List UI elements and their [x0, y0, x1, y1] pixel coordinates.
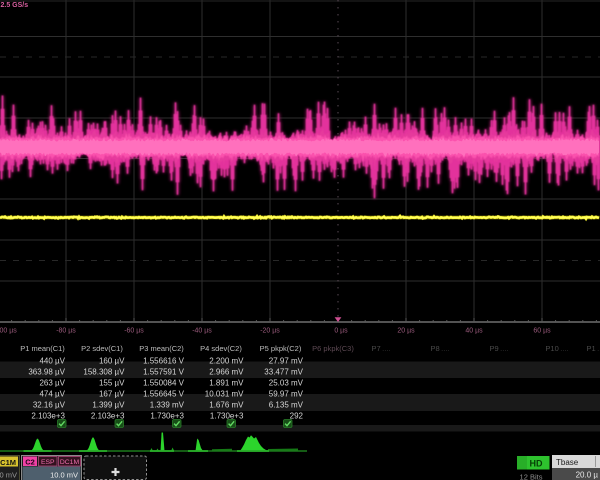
- svg-text:-40 µs: -40 µs: [192, 328, 212, 335]
- svg-text:32.16 µV: 32.16 µV: [33, 401, 66, 410]
- svg-text:P4 sdev(C2): P4 sdev(C2): [200, 344, 242, 353]
- svg-text:DC1M: DC1M: [60, 459, 80, 466]
- svg-text:P1 ....: P1 ....: [586, 344, 600, 353]
- svg-text:P2 sdev(C1): P2 sdev(C1): [81, 344, 123, 353]
- svg-text:DC1M: DC1M: [0, 458, 16, 467]
- svg-text:12 Bits: 12 Bits: [520, 473, 543, 480]
- svg-text:20 µs: 20 µs: [397, 328, 415, 335]
- svg-text:-100 µs: -100 µs: [0, 328, 17, 335]
- svg-text:263 µV: 263 µV: [39, 379, 65, 388]
- svg-text:1.891 mV: 1.891 mV: [209, 379, 244, 388]
- svg-text:1.730e+3: 1.730e+3: [210, 412, 244, 421]
- svg-text:1.550084 V: 1.550084 V: [143, 379, 185, 388]
- svg-text:40 µs: 40 µs: [465, 328, 483, 335]
- svg-text:1.556645 V: 1.556645 V: [143, 390, 185, 399]
- svg-text:440 µV: 440 µV: [39, 357, 65, 366]
- svg-text:1.557591 V: 1.557591 V: [143, 368, 185, 377]
- svg-text:2.200 mV: 2.200 mV: [209, 357, 244, 366]
- svg-text:27.97 mV: 27.97 mV: [269, 357, 304, 366]
- svg-text:10.0 mV: 10.0 mV: [50, 470, 78, 479]
- svg-text:P8 ....: P8 ....: [430, 344, 449, 353]
- svg-text:1.556616 V: 1.556616 V: [143, 357, 185, 366]
- svg-text:Tbase: Tbase: [556, 458, 579, 467]
- svg-text:ESP: ESP: [41, 459, 55, 466]
- svg-text:0 µs: 0 µs: [334, 328, 348, 335]
- svg-text:P10 ....: P10 ....: [545, 344, 568, 353]
- svg-text:P1 mean(C1): P1 mean(C1): [20, 344, 65, 353]
- svg-text:25.03 mV: 25.03 mV: [269, 379, 304, 388]
- svg-text:33.477 mV: 33.477 mV: [264, 368, 303, 377]
- svg-text:292: 292: [290, 412, 304, 421]
- svg-text:167 µV: 167 µV: [99, 390, 125, 399]
- svg-text:-80 µs: -80 µs: [56, 328, 76, 335]
- svg-text:1.339 mV: 1.339 mV: [150, 401, 185, 410]
- svg-text:P3 mean(C2): P3 mean(C2): [139, 344, 184, 353]
- svg-text:474 µV: 474 µV: [39, 390, 65, 399]
- svg-text:P9 ....: P9 ....: [489, 344, 508, 353]
- svg-text:158.308 µV: 158.308 µV: [83, 368, 125, 377]
- svg-text:363.98 µV: 363.98 µV: [28, 368, 65, 377]
- svg-text:P7 ....: P7 ....: [371, 344, 390, 353]
- svg-text:10.0 mV: 10.0 mV: [0, 471, 17, 480]
- svg-text:1.399 µV: 1.399 µV: [92, 401, 125, 410]
- svg-text:1.676 mV: 1.676 mV: [209, 401, 244, 410]
- svg-text:2.966 mV: 2.966 mV: [209, 368, 244, 377]
- svg-text:10.031 mV: 10.031 mV: [205, 390, 244, 399]
- svg-text:P6 pkpk(C3): P6 pkpk(C3): [312, 344, 354, 353]
- svg-text:59.97 mV: 59.97 mV: [269, 390, 304, 399]
- svg-text:C2: C2: [25, 457, 35, 466]
- svg-text:HD: HD: [530, 459, 543, 469]
- svg-text:P5 pkpk(C2): P5 pkpk(C2): [260, 344, 302, 353]
- svg-text:6.135 mV: 6.135 mV: [269, 401, 304, 410]
- svg-text:155 µV: 155 µV: [99, 379, 125, 388]
- svg-text:-20 µs: -20 µs: [260, 328, 280, 335]
- svg-text:160 µV: 160 µV: [99, 357, 125, 366]
- svg-text:2.5 GS/s: 2.5 GS/s: [1, 2, 29, 9]
- svg-text:-60 µs: -60 µs: [124, 328, 144, 335]
- svg-text:60 µs: 60 µs: [533, 328, 551, 335]
- svg-text:20.0 µ: 20.0 µ: [576, 471, 599, 480]
